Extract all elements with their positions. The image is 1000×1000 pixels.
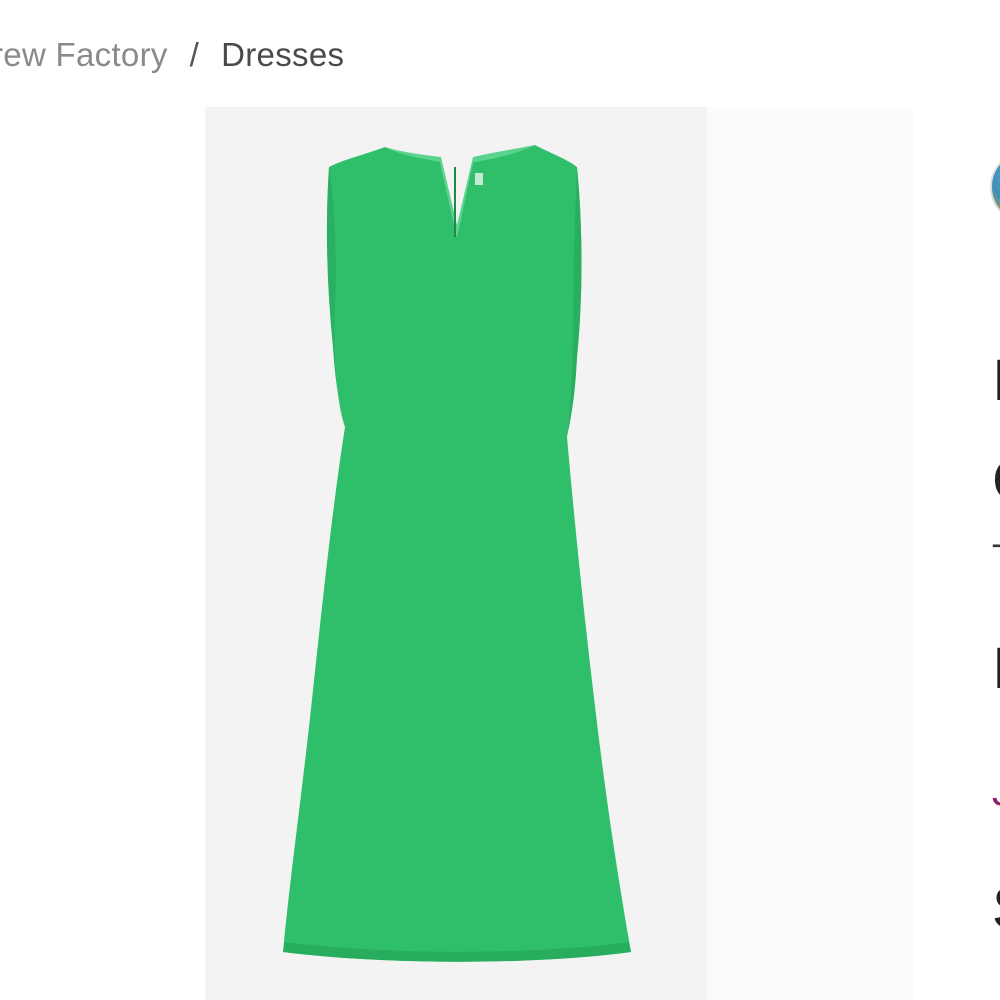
breadcrumb-separator: /	[189, 36, 200, 73]
product-size-label: S	[992, 880, 1000, 938]
dress-image	[283, 145, 631, 962]
product-promo-text: J	[992, 770, 1000, 815]
product-page: rew Factory / Dresses	[0, 0, 1000, 1000]
breadcrumb-current[interactable]: Dresses	[221, 36, 344, 74]
breadcrumb: rew Factory / Dresses	[0, 36, 344, 74]
product-subtitle: T	[992, 538, 1000, 577]
gallery-side-panel	[707, 107, 913, 1000]
product-price: I	[992, 640, 1000, 698]
profile-avatar-icon[interactable]	[990, 150, 1000, 224]
product-title-line-2: C	[992, 452, 1000, 510]
product-gallery	[205, 107, 913, 1000]
dress-label	[475, 173, 483, 185]
product-title-line-1: I	[992, 352, 1000, 410]
product-main-image[interactable]	[205, 107, 707, 1000]
breadcrumb-parent-link[interactable]: rew Factory	[0, 36, 168, 74]
